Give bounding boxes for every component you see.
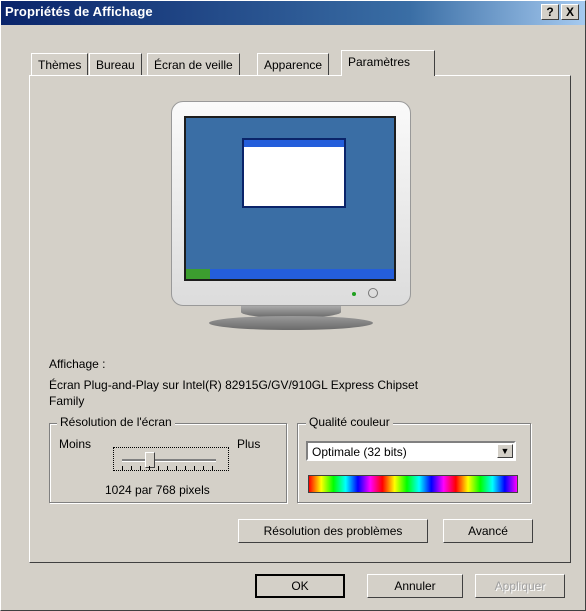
- color-spectrum-preview: [308, 475, 518, 493]
- chevron-down-icon[interactable]: ▼: [497, 444, 513, 458]
- monitor-screen: [184, 116, 396, 281]
- troubleshoot-button[interactable]: Résolution des problèmes: [238, 519, 428, 543]
- resolution-slider[interactable]: [113, 447, 229, 471]
- tab-themes[interactable]: Thèmes: [31, 53, 89, 75]
- monitor-base: [209, 316, 373, 330]
- resolution-less-label: Moins: [59, 437, 92, 451]
- display-label: Affichage :: [49, 357, 106, 371]
- tab-bureau[interactable]: Bureau: [89, 53, 142, 75]
- apply-button[interactable]: Appliquer: [475, 574, 565, 598]
- preview-window-titlebar: [244, 140, 344, 147]
- resolution-value: 1024 par 768 pixels: [105, 483, 210, 497]
- power-led-icon: [352, 292, 356, 296]
- color-quality-title: Qualité couleur: [306, 415, 393, 429]
- title-bar[interactable]: Propriétés de Affichage ? X: [1, 1, 585, 25]
- preview-window: [242, 138, 346, 208]
- color-quality-select[interactable]: Optimale (32 bits) ▼: [306, 441, 516, 461]
- tab-settings[interactable]: Paramètres: [341, 50, 435, 76]
- monitor-preview: [171, 101, 411, 330]
- display-device-line1: Écran Plug-and-Play sur Intel(R) 82915G/…: [49, 378, 419, 392]
- slider-track: [122, 459, 216, 462]
- tab-screensaver[interactable]: Écran de veille: [147, 53, 240, 75]
- preview-start-button: [186, 269, 210, 279]
- ok-button[interactable]: OK: [255, 574, 345, 598]
- resolution-more-label: Plus: [237, 437, 261, 451]
- display-device-line2: Family: [49, 394, 85, 408]
- help-button[interactable]: ?: [541, 4, 559, 20]
- advanced-button[interactable]: Avancé: [443, 519, 533, 543]
- close-button[interactable]: X: [561, 4, 579, 20]
- tab-appearance[interactable]: Apparence: [257, 53, 330, 75]
- preview-taskbar: [186, 269, 394, 279]
- color-quality-value: Optimale (32 bits): [312, 445, 407, 459]
- slider-ticks: [122, 466, 216, 470]
- monitor-bezel: [171, 101, 411, 306]
- display-properties-window: Propriétés de Affichage ? X Thèmes Burea…: [0, 0, 586, 611]
- power-knob-icon: [368, 288, 378, 298]
- window-title: Propriétés de Affichage: [5, 4, 153, 19]
- resolution-group-title: Résolution de l'écran: [57, 415, 175, 429]
- cancel-button[interactable]: Annuler: [367, 574, 463, 598]
